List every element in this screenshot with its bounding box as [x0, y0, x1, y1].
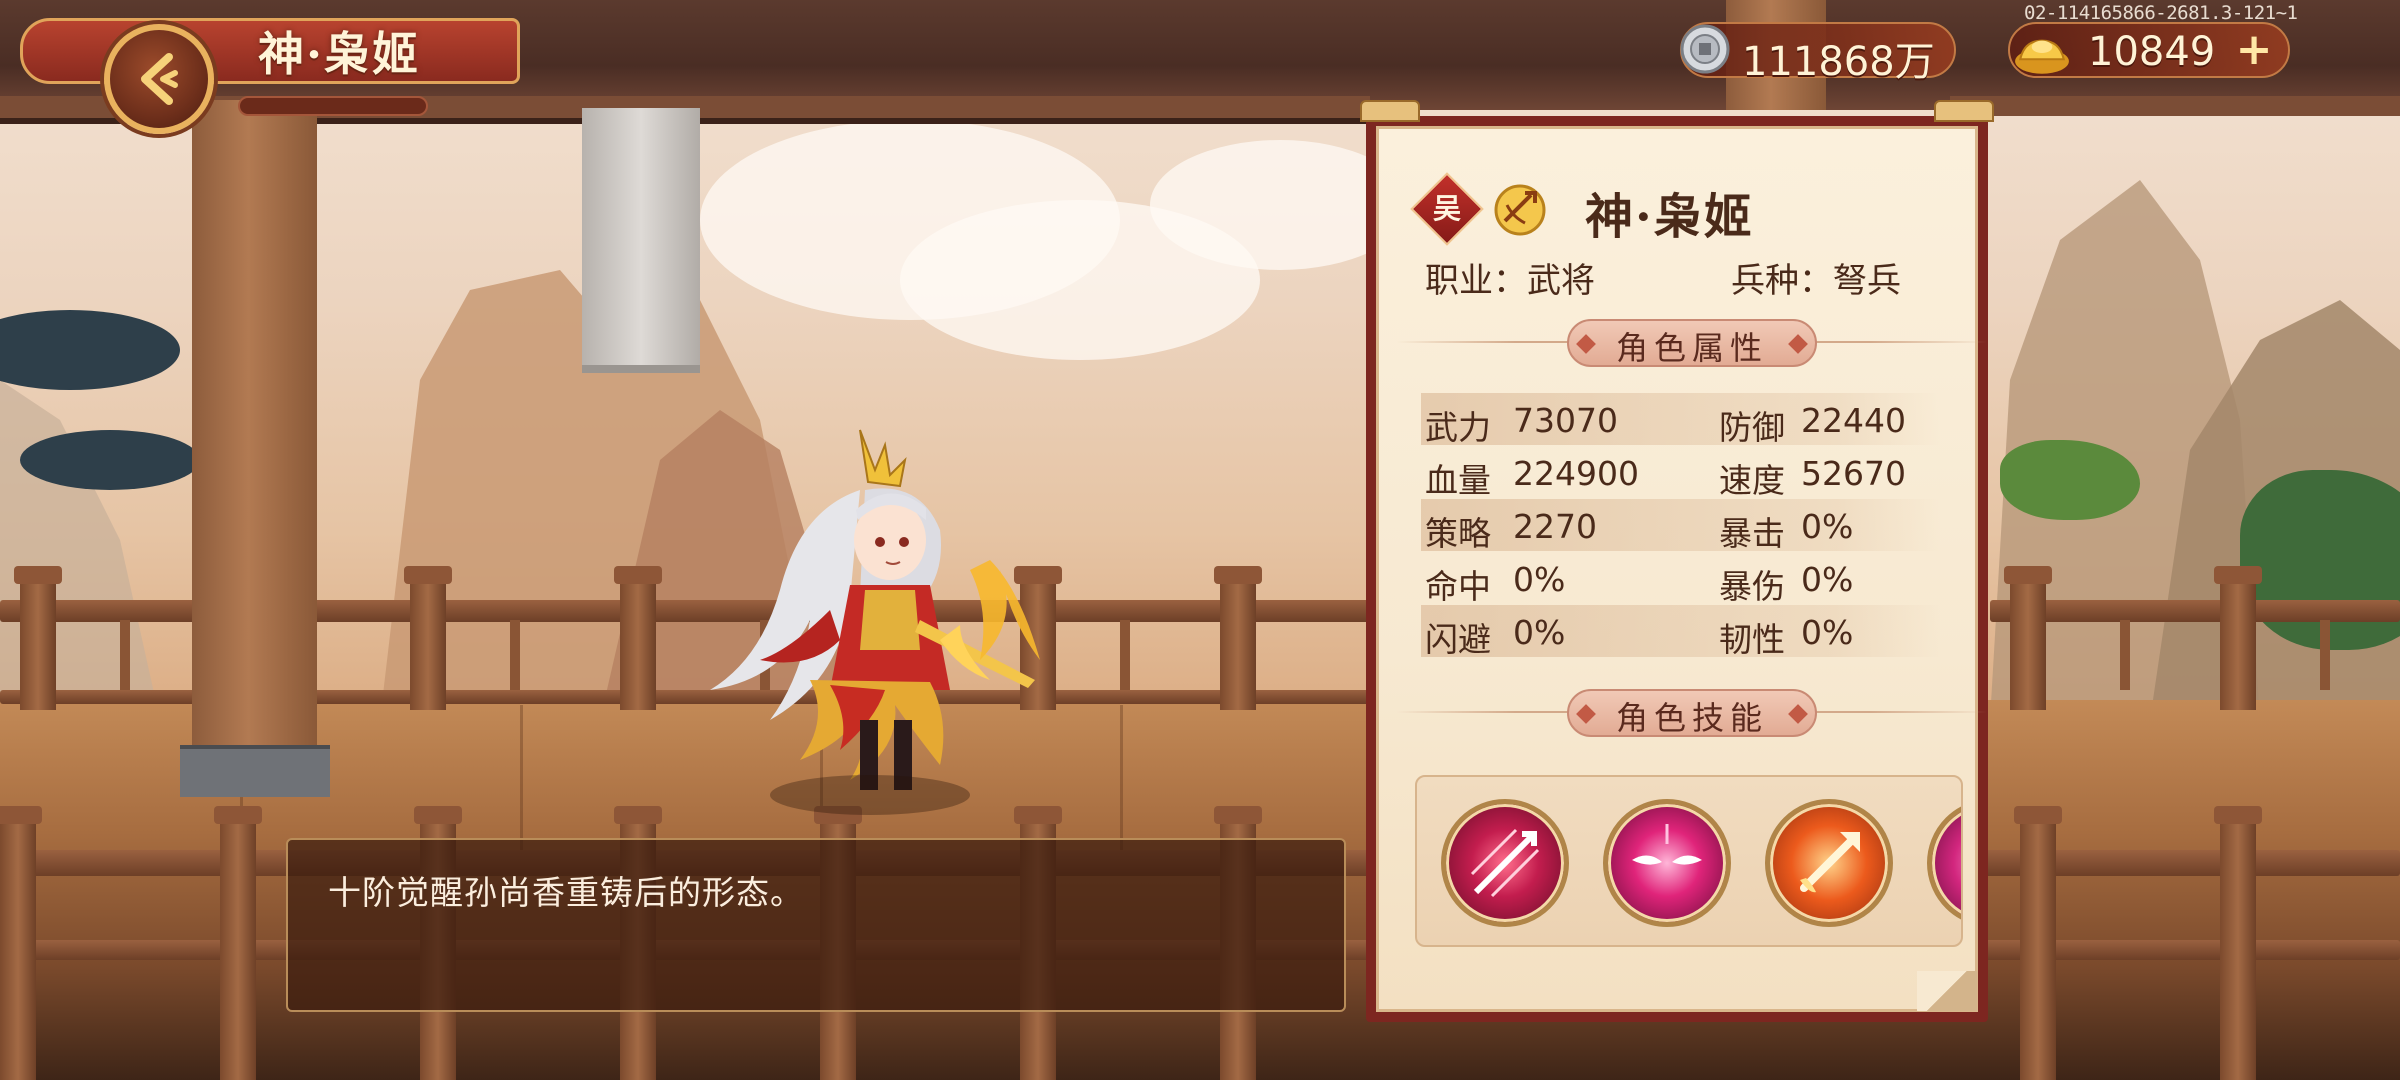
panel-cap [1360, 100, 1420, 122]
stat-label: 策略 [1425, 514, 1491, 553]
hero-name: 神·枭姬 [1585, 189, 1754, 245]
stat-row: 命中 0% 暴伤 0% [1421, 552, 1941, 606]
pine-tree [20, 430, 200, 490]
stat-label: 速度 [1719, 461, 1785, 500]
panel-cap [1934, 100, 1994, 122]
back-arrow-icon [141, 53, 178, 105]
pink-burst-skill-icon[interactable] [1927, 799, 1963, 927]
railing-post [404, 566, 452, 710]
character-shadow [770, 775, 970, 815]
baluster [510, 620, 520, 690]
panel-paper: 吴 神·枭姬 职业：武将 兵种：弩兵 角色属性 武力 73070 防御 2244… [1376, 126, 1987, 1012]
railing-post [0, 806, 42, 1080]
crossbow-class-icon [1494, 184, 1546, 236]
stat-label: 命中 [1425, 567, 1491, 606]
baluster [2120, 620, 2130, 690]
flaming-arrow-glyph [1800, 832, 1860, 893]
stat-value: 224900 [1513, 454, 1639, 493]
stat-value: 0% [1801, 613, 1854, 652]
page-title: 神·枭姬 [258, 27, 421, 81]
railing-post [2214, 806, 2262, 1080]
stat-row: 闪避 0% 韧性 0% [1421, 605, 1941, 659]
pillar-base [180, 745, 330, 797]
railing-post [214, 806, 262, 1080]
hero-unit-type: 兵种：弩兵 [1731, 261, 1901, 301]
stat-row: 武力 73070 防御 22440 [1421, 393, 1941, 447]
stat-label: 闪避 [1425, 620, 1491, 659]
glaring-eyes-glyph [1632, 824, 1702, 865]
arrow-volley-glyph [1470, 828, 1540, 898]
attributes-section-header: 角色属性 [1397, 319, 1987, 367]
glaring-eyes-skill-icon[interactable] [1603, 799, 1731, 927]
baluster [120, 620, 130, 690]
stat-value: 73070 [1513, 401, 1618, 440]
back-railing [1990, 600, 2400, 622]
stat-value: 0% [1801, 560, 1854, 599]
railing-post [2014, 806, 2062, 1080]
flaming-arrow-skill-icon[interactable] [1765, 799, 1893, 927]
gold-currency: 10849 + [2008, 22, 2290, 78]
stat-row: 血量 224900 速度 52670 [1421, 446, 1941, 500]
baluster [2320, 620, 2330, 690]
stat-label: 血量 [1425, 461, 1491, 500]
top-bar: 神·枭姬 111868万 10849 + 02-114165866-2681.3… [0, 0, 2400, 134]
railing-post [2214, 566, 2262, 710]
stat-value: 52670 [1801, 454, 1906, 493]
stat-row: 策略 2270 暴击 0% [1421, 499, 1941, 553]
hero-description-box: 十阶觉醒孙尚香重铸后的形态。 [286, 838, 1346, 1012]
stat-label: 暴伤 [1719, 567, 1785, 606]
railing-post [14, 566, 62, 710]
hero-profession: 职业：武将 [1425, 261, 1595, 301]
silver-coin-icon [1680, 24, 1730, 74]
hero-description: 十阶觉醒孙尚香重铸后的形态。 [328, 873, 804, 912]
build-id: 02-114165866-2681.3-121~1 [2024, 2, 2298, 24]
silver-currency: 111868万 [1680, 22, 1956, 85]
railing-post [2004, 566, 2052, 710]
stat-value: 0% [1513, 560, 1566, 599]
wooden-pillar [192, 100, 317, 750]
skills-list[interactable] [1415, 775, 1963, 947]
hero-sprite-art [710, 429, 1040, 790]
railing-post [1214, 566, 1262, 710]
gold-ingot-icon [2015, 39, 2069, 74]
stat-label: 暴击 [1719, 514, 1785, 553]
add-gold-button[interactable]: + [2234, 28, 2274, 72]
arrow-volley-skill-icon[interactable] [1441, 799, 1569, 927]
title-underline [238, 96, 428, 116]
stat-value: 0% [1513, 613, 1566, 652]
back-button[interactable] [104, 24, 214, 134]
stat-label: 韧性 [1719, 620, 1785, 659]
hanging-banner [582, 108, 700, 373]
faction-label: 吴 [1432, 192, 1461, 225]
silver-amount: 111868万 [1742, 39, 1935, 85]
pink-burst-glyph [1932, 804, 1963, 922]
skills-title: 角色技能 [1615, 699, 1768, 737]
stat-label: 防御 [1719, 408, 1785, 447]
gold-amount: 10849 [2088, 29, 2216, 75]
stat-value: 22440 [1801, 401, 1906, 440]
page-curl [1917, 971, 1977, 1011]
hero-info-panel: 吴 神·枭姬 职业：武将 兵种：弩兵 角色属性 武力 73070 防御 2244… [1360, 100, 1994, 1022]
attributes-title: 角色属性 [1615, 329, 1768, 367]
stat-value: 2270 [1513, 507, 1597, 546]
stat-value: 0% [1801, 507, 1854, 546]
baluster [1120, 620, 1130, 690]
stat-label: 武力 [1425, 408, 1491, 447]
railing-post [614, 566, 662, 710]
skills-section-header: 角色技能 [1397, 689, 1987, 737]
hero-character-sprite [690, 420, 1070, 820]
